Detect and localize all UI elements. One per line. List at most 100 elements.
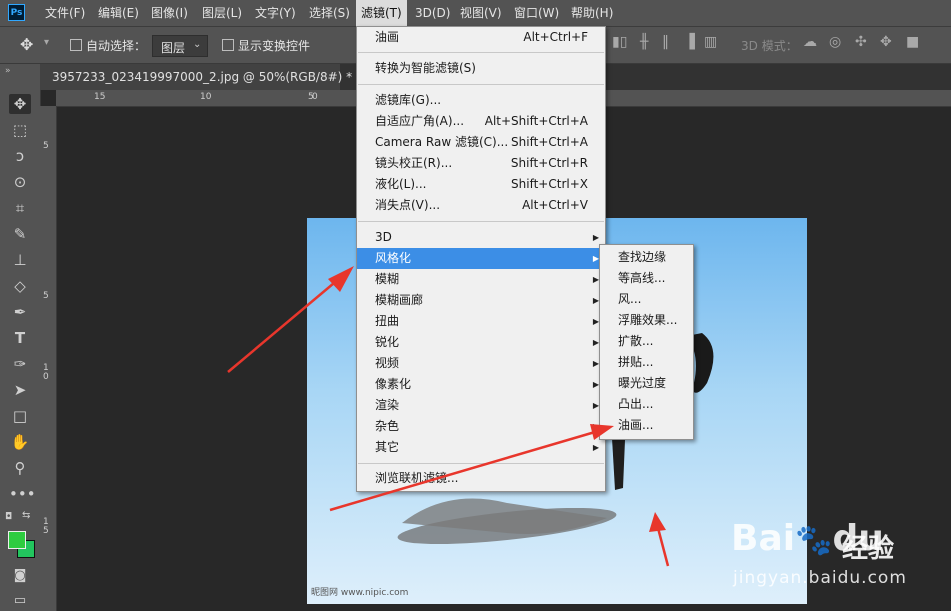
- brush-tool-icon[interactable]: ✎: [9, 224, 31, 244]
- auto-select-label: 自动选择：: [86, 39, 147, 53]
- move-tool-icon[interactable]: ✥: [20, 35, 33, 54]
- foreground-color-swatch[interactable]: [8, 531, 26, 549]
- more-tools-icon[interactable]: •••: [9, 484, 36, 504]
- menu-type[interactable]: 文字(Y): [250, 0, 301, 26]
- menu-item-adaptive-wide-angle[interactable]: 自适应广角(A)... Alt+Shift+Ctrl+A: [357, 111, 605, 132]
- distribute-right-icon[interactable]: ▐: [684, 34, 695, 50]
- menu-item-liquify[interactable]: 液化(L)... Shift+Ctrl+X: [357, 174, 605, 195]
- scale-3d-icon[interactable]: ■: [906, 34, 919, 50]
- layer-select[interactable]: 图层 ⌄: [152, 35, 208, 57]
- menu-item-camera-raw[interactable]: Camera Raw 滤镜(C)... Shift+Ctrl+A: [357, 132, 605, 153]
- hand-tool-icon[interactable]: ✋: [9, 432, 31, 452]
- menu-edit[interactable]: 编辑(E): [93, 0, 144, 26]
- menu-item-sharpen[interactable]: 锐化 ▶: [357, 332, 605, 353]
- menu-item-noise[interactable]: 杂色 ▶: [357, 416, 605, 437]
- menu-item-browse-online-filters[interactable]: 浏览联机滤镜...: [357, 468, 605, 489]
- align-icon[interactable]: ▮▯: [612, 34, 627, 50]
- pen-tool-icon[interactable]: ✑: [9, 354, 31, 374]
- stamp-tool-icon[interactable]: ⊥: [9, 250, 31, 270]
- menu-item-3d[interactable]: 3D ▶: [357, 227, 605, 248]
- auto-select-checkbox[interactable]: [70, 39, 82, 51]
- path-select-tool-icon[interactable]: ➤: [9, 380, 31, 400]
- paw-icon: 🐾: [795, 523, 833, 558]
- menu-item-distort[interactable]: 扭曲 ▶: [357, 311, 605, 332]
- lasso-tool-icon[interactable]: ↄ: [9, 146, 31, 166]
- menu-item-render[interactable]: 渲染 ▶: [357, 395, 605, 416]
- orbit-3d-icon[interactable]: ☁: [803, 34, 817, 50]
- menu-image[interactable]: 图像(I): [146, 0, 193, 26]
- menu-bar: Ps 文件(F) 编辑(E) 图像(I) 图层(L) 文字(Y) 选择(S) 滤…: [0, 0, 951, 27]
- distribute-center-icon[interactable]: ‖: [662, 34, 669, 50]
- rectangle-tool-icon[interactable]: □: [9, 406, 31, 426]
- show-transform-label: 显示变换控件: [238, 39, 311, 53]
- distribute-icon[interactable]: ╫: [640, 34, 648, 50]
- default-colors-icon[interactable]: ◘: [5, 512, 12, 522]
- auto-align-icon[interactable]: ▥: [704, 34, 717, 50]
- menu-item-label: 液化(L)...: [375, 177, 427, 191]
- eraser-tool-icon[interactable]: ◇: [9, 276, 31, 296]
- move-tool-icon[interactable]: ✥: [9, 94, 31, 114]
- slide-3d-icon[interactable]: ✥: [880, 34, 892, 50]
- jingyan-watermark: 经验: [842, 534, 895, 564]
- menu-item-blur[interactable]: 模糊 ▶: [357, 269, 605, 290]
- menu-item-label: 曝光过度: [618, 376, 667, 390]
- menu-item-pixelate[interactable]: 像素化 ▶: [357, 374, 605, 395]
- ruler-tick: 0: [312, 92, 318, 102]
- quick-mask-icon[interactable]: ◙: [9, 566, 31, 586]
- menu-item-label: 锐化: [375, 335, 400, 349]
- ruler-vertical: 5 5 1 0 1 5: [40, 106, 57, 611]
- menu-view[interactable]: 视图(V): [455, 0, 507, 26]
- submenu-item-find-edges[interactable]: 查找边缘: [600, 247, 693, 268]
- menu-item-label: 其它: [375, 440, 400, 454]
- submenu-item-wind[interactable]: 风...: [600, 289, 693, 310]
- pan-3d-icon[interactable]: ✣: [855, 34, 867, 50]
- show-transform-checkbox[interactable]: [222, 39, 234, 51]
- menu-item-lens-correction[interactable]: 镜头校正(R)... Shift+Ctrl+R: [357, 153, 605, 174]
- crop-tool-icon[interactable]: ⌗: [9, 198, 31, 218]
- layer-select-value: 图层: [161, 41, 186, 55]
- menu-item-label: 油画: [375, 30, 400, 44]
- roll-3d-icon[interactable]: ◎: [829, 34, 841, 50]
- submenu-item-extrude[interactable]: 凸出...: [600, 394, 693, 415]
- document-tab[interactable]: 3957233_023419997000_2.jpg @ 50%(RGB/8#)…: [40, 64, 352, 90]
- menu-item-label: 转换为智能滤镜(S): [375, 61, 476, 75]
- filter-menu: 油画 Alt+Ctrl+F 转换为智能滤镜(S) 滤镜库(G)... 自适应广角…: [356, 26, 606, 492]
- marquee-tool-icon[interactable]: ⬚: [9, 120, 31, 140]
- collapse-panel-icon[interactable]: »: [5, 66, 11, 76]
- menu-item-convert-smart-filter[interactable]: 转换为智能滤镜(S): [357, 58, 605, 79]
- submenu-item-tiles[interactable]: 拼贴...: [600, 352, 693, 373]
- menu-item-label: 风...: [618, 292, 642, 306]
- submenu-item-oil-paint[interactable]: 油画...: [600, 415, 693, 436]
- quick-select-tool-icon[interactable]: ⊙: [9, 172, 31, 192]
- menu-item-oil-paint-last[interactable]: 油画 Alt+Ctrl+F: [357, 27, 605, 48]
- menu-item-label: 像素化: [375, 377, 412, 391]
- submenu-item-emboss[interactable]: 浮雕效果...: [600, 310, 693, 331]
- menu-item-label: 杂色: [375, 419, 400, 433]
- menu-select[interactable]: 选择(S): [304, 0, 355, 26]
- mode-3d-label: 3D 模式：: [741, 39, 798, 53]
- menu-window[interactable]: 窗口(W): [509, 0, 564, 26]
- screen-mode-icon[interactable]: ▭: [9, 591, 31, 611]
- menu-item-label: 模糊画廊: [375, 293, 424, 307]
- submenu-item-solarize[interactable]: 曝光过度: [600, 373, 693, 394]
- menu-item-blur-gallery[interactable]: 模糊画廊 ▶: [357, 290, 605, 311]
- dodge-tool-icon[interactable]: ✒: [9, 302, 31, 322]
- type-tool-icon[interactable]: T: [9, 328, 31, 348]
- ruler-tick: 1 0: [43, 363, 49, 382]
- menu-file[interactable]: 文件(F): [40, 0, 90, 26]
- submenu-item-trace-contour[interactable]: 等高线...: [600, 268, 693, 289]
- swap-colors-icon[interactable]: ⇆: [22, 510, 30, 521]
- submenu-item-diffuse[interactable]: 扩散...: [600, 331, 693, 352]
- zoom-tool-icon[interactable]: ⚲: [9, 458, 31, 478]
- menu-item-filter-gallery[interactable]: 滤镜库(G)...: [357, 90, 605, 111]
- menu-item-video[interactable]: 视频 ▶: [357, 353, 605, 374]
- menu-item-vanishing-point[interactable]: 消失点(V)... Alt+Ctrl+V: [357, 195, 605, 216]
- chevron-down-icon[interactable]: ▾: [44, 37, 49, 48]
- menu-item-other[interactable]: 其它 ▶: [357, 437, 605, 458]
- menu-item-stylize[interactable]: 风格化 ▶: [357, 248, 605, 269]
- menu-help[interactable]: 帮助(H): [566, 0, 618, 26]
- menu-item-label: Camera Raw 滤镜(C)...: [375, 135, 509, 149]
- menu-3d[interactable]: 3D(D): [410, 0, 455, 26]
- menu-filter[interactable]: 滤镜(T): [356, 0, 407, 26]
- menu-layer[interactable]: 图层(L): [197, 0, 247, 26]
